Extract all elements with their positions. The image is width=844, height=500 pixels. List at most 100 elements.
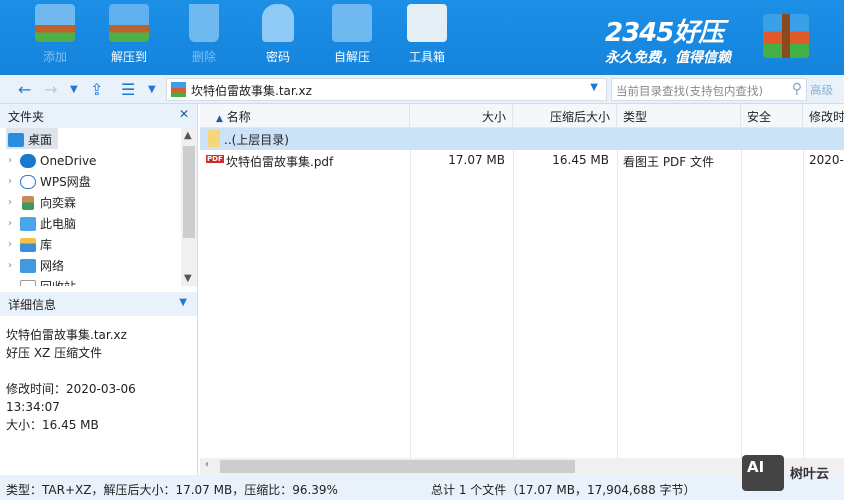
column-label: 修改时 <box>809 110 844 124</box>
library-icon <box>20 237 36 252</box>
chevron-right-icon[interactable]: › <box>8 155 16 166</box>
column-type[interactable]: 类型 <box>617 104 741 128</box>
extract-icon <box>109 4 149 42</box>
up-folder-icon[interactable]: ⇪ <box>90 80 103 99</box>
user-icon <box>22 195 34 210</box>
details-header[interactable]: 详细信息 ▼ <box>0 292 197 316</box>
column-label: 安全 <box>747 110 772 124</box>
scroll-up-icon[interactable]: ▲ <box>184 130 192 141</box>
advanced-search-link[interactable]: 高级 <box>810 82 833 98</box>
tree-label: 回收站 <box>40 278 76 286</box>
column-size[interactable]: 大小 <box>410 104 513 128</box>
delete-button[interactable]: 删除 <box>174 4 234 65</box>
folder-tree: 桌面 › OneDrive › WPS网盘 › 向奕霖 › 此电脑 ›库 › 网络 回收站… <box>0 128 197 286</box>
file-packed-size: 16.45 MB <box>552 153 609 167</box>
status-bar: 类型：TAR+XZ，解压后大小：17.07 MB，压缩比：96.39% 总计 1… <box>0 475 844 500</box>
details-type: 好压 XZ 压缩文件 <box>6 346 103 360</box>
recycle-bin-icon <box>189 4 219 42</box>
details-modified: 修改时间：2020-03-06 13:34:07 <box>6 382 136 414</box>
close-icon[interactable]: ✕ <box>179 107 189 121</box>
self-extract-label: 自解压 <box>333 50 370 64</box>
tree-label: 此电脑 <box>40 217 77 231</box>
tree-item-network[interactable]: › 网络 <box>0 254 197 275</box>
watermark-text: 树叶云 <box>790 467 830 482</box>
column-modified[interactable]: 修改时 <box>803 104 844 128</box>
cloud-icon <box>20 153 36 168</box>
details-title: 详细信息 <box>8 298 57 312</box>
chevron-right-icon[interactable]: › <box>8 197 16 208</box>
chevron-right-icon[interactable]: › <box>8 260 16 271</box>
column-header: ▲ 名称 大小 压缩后大小 类型 安全 修改时 <box>200 104 844 128</box>
file-row[interactable]: PDF 坎特伯雷故事集.pdf 17.07 MB 16.45 MB 看图王 PD… <box>200 150 844 172</box>
details-size: 大小：16.45 MB <box>6 418 99 432</box>
toolbox-button[interactable]: 工具箱 <box>397 4 457 65</box>
tree-scrollbar[interactable]: ▲ ▼ <box>181 128 197 286</box>
collapse-icon[interactable]: ▼ <box>179 297 187 308</box>
view-list-icon[interactable]: ☰ <box>121 80 135 99</box>
status-right: 总计 1 个文件（17.07 MB，17,904,688 字节） <box>431 483 696 497</box>
details-panel: 坎特伯雷故事集.tar.xz 好压 XZ 压缩文件 修改时间：2020-03-0… <box>0 316 197 444</box>
file-name: ..(上层目录) <box>224 133 289 147</box>
add-icon <box>35 4 75 42</box>
computer-icon <box>20 216 36 231</box>
tree-label: WPS网盘 <box>40 175 91 189</box>
lock-icon <box>262 4 294 42</box>
file-size: 17.07 MB <box>448 153 505 167</box>
tree-item-desktop[interactable]: 桌面 <box>6 128 58 149</box>
chevron-right-icon[interactable]: › <box>8 218 16 229</box>
tree-item-user[interactable]: › 向奕霖 <box>0 191 197 212</box>
column-label: 名称 <box>226 110 251 124</box>
scrollbar-thumb[interactable] <box>220 460 575 473</box>
add-button[interactable]: 添加 <box>25 4 85 65</box>
tree-item-library[interactable]: › 库 <box>0 233 197 254</box>
delete-label: 删除 <box>191 50 216 64</box>
tree-item-recycle-bin[interactable]: 回收站 <box>0 275 197 286</box>
archive-icon <box>171 82 186 97</box>
column-name[interactable]: ▲ 名称 <box>200 104 410 128</box>
column-security[interactable]: 安全 <box>741 104 803 128</box>
archive-logo-icon <box>763 14 809 58</box>
search-input[interactable]: 当前目录查找(支持包内查找) ⚲ <box>611 78 807 101</box>
scrollbar-thumb[interactable] <box>183 146 195 238</box>
self-extract-button[interactable]: 自解压 <box>322 4 382 65</box>
wps-cloud-icon <box>20 174 36 189</box>
left-pane: 文件夹 ✕ 桌面 › OneDrive › WPS网盘 › 向奕霖 › 此电脑 › 库 › 网… <box>0 104 198 475</box>
navigation-bar: ← → ▼ ⇪ ☰ ▼ 坎特伯雷故事集.tar.xz ▼ 当前目录查找(支持包内查… <box>0 75 844 104</box>
tree-item-wps[interactable]: › WPS网盘 <box>0 170 197 191</box>
toolbox-label: 工具箱 <box>408 50 445 64</box>
path-field[interactable]: 坎特伯雷故事集.tar.xz ▼ <box>166 78 607 101</box>
brand-name: 2345好压 <box>605 18 724 48</box>
view-dropdown-icon[interactable]: ▼ <box>148 84 156 95</box>
history-dropdown-icon[interactable]: ▼ <box>70 84 78 95</box>
file-row-parent[interactable]: ..(上层目录) <box>200 128 844 150</box>
extract-to-button[interactable]: 解压到 <box>99 4 159 65</box>
column-label: 压缩后大小 <box>549 110 610 124</box>
back-icon[interactable]: ← <box>18 80 31 99</box>
details-name: 坎特伯雷故事集.tar.xz <box>6 328 127 342</box>
forward-icon[interactable]: → <box>44 80 57 99</box>
tree-label: 桌面 <box>28 133 53 147</box>
tree-label: OneDrive <box>40 153 97 168</box>
scroll-down-icon[interactable]: ▼ <box>184 273 192 284</box>
box-open-icon <box>332 4 372 42</box>
file-list: ▲ 名称 大小 压缩后大小 类型 安全 修改时 ..(上层目录) PDF 坎特伯… <box>200 104 844 475</box>
chevron-right-icon[interactable]: › <box>8 239 16 250</box>
watermark-badge: AI <box>747 458 765 476</box>
tree-item-onedrive[interactable]: › OneDrive <box>0 149 197 170</box>
search-icon[interactable]: ⚲ <box>792 81 802 97</box>
file-name: 坎特伯雷故事集.pdf <box>226 155 334 169</box>
column-packed-size[interactable]: 压缩后大小 <box>513 104 617 128</box>
folder-icon <box>208 130 220 147</box>
path-dropdown-icon[interactable]: ▼ <box>590 82 598 93</box>
chevron-right-icon[interactable]: › <box>8 176 16 187</box>
toolbar: 添加 解压到 删除 密码 自解压 工具箱 2345好压 永久免费，值得信赖 <box>0 0 844 75</box>
tree-label: 向奕霖 <box>40 196 77 210</box>
password-button[interactable]: 密码 <box>248 4 308 65</box>
status-left: 类型：TAR+XZ，解压后大小：17.07 MB，压缩比：96.39% <box>6 483 338 497</box>
tree-label: 网络 <box>40 259 65 273</box>
file-modified: 2020- <box>809 153 844 167</box>
scroll-left-icon[interactable]: ‹ <box>205 459 209 470</box>
toolbox-icon <box>407 4 447 42</box>
path-text: 坎特伯雷故事集.tar.xz <box>191 84 312 98</box>
tree-item-this-pc[interactable]: › 此电脑 <box>0 212 197 233</box>
